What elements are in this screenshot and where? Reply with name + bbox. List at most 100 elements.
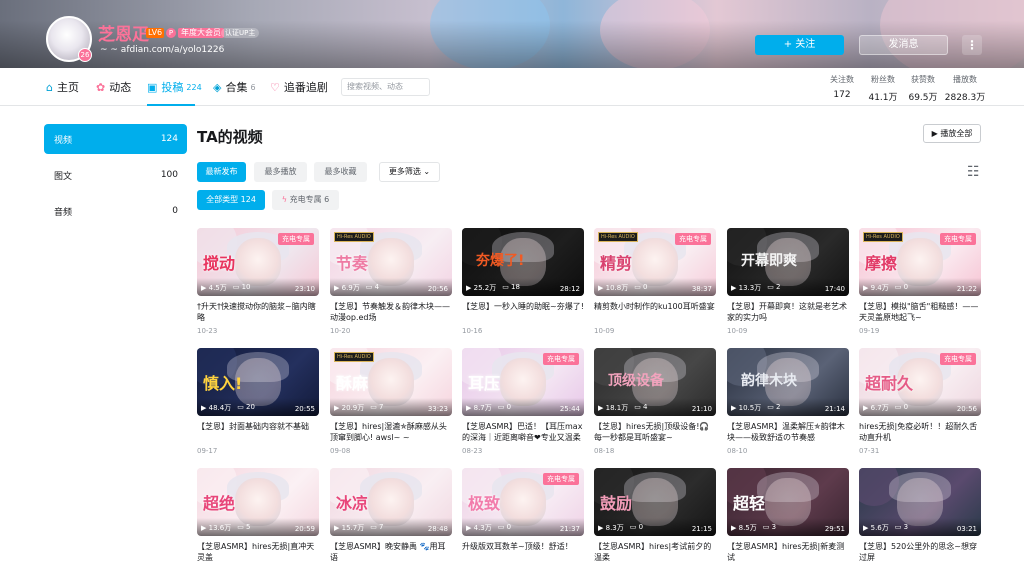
video-title[interactable]: 【芝恩】hires无损|顶级设备!🎧每一秒都是耳听盛宴~	[594, 421, 716, 443]
video-card[interactable]: 冰凉 ▶ 15.7万 ▭ 7 28:48 【芝恩ASMR】晚安静禹 🐾用耳语	[330, 468, 452, 567]
video-thumbnail[interactable]: 摩擦 Hi-Res AUDIO 充电专属 ▶ 9.4万 ▭ 0 21:22	[859, 228, 981, 296]
video-thumbnail[interactable]: 慎入! ▶ 48.4万 ▭ 20 20:55	[197, 348, 319, 416]
tab-home-label: 主页	[56, 81, 79, 94]
search-input[interactable]: 搜索视频、动态	[341, 78, 430, 96]
video-thumbnail[interactable]: 搅动 充电专属 ▶ 4.5万 ▭ 10 23:10	[197, 228, 319, 296]
video-thumbnail[interactable]: 酥麻 Hi-Res AUDIO ▶ 20.9万 ▭ 7 33:23	[330, 348, 452, 416]
video-thumbnail[interactable]: 超耐久 充电专属 ▶ 6.7万 ▭ 0 20:56	[859, 348, 981, 416]
video-card[interactable]: 顶级设备 ▶ 18.1万 ▭ 4 21:10 【芝恩】hires无损|顶级设备!🎧每一秒…	[594, 348, 716, 455]
video-card[interactable]: 精剪 Hi-Res AUDIO 充电专属 ▶ 10.8万 ▭ 0 38:37 精剪数小时制作…	[594, 228, 716, 335]
danmaku-count: ▭ 2	[767, 403, 780, 413]
video-title[interactable]: 【芝恩】hires|湿漉✯酥麻感从头顶窜到脚心! awsl~ ~	[330, 421, 452, 443]
video-card[interactable]: 节奏 Hi-Res AUDIO ▶ 6.9万 ▭ 4 20:56 【芝恩】节奏触发＆韵律木…	[330, 228, 452, 335]
play-count: ▶ 10.5万	[731, 403, 761, 413]
play-count: ▶ 48.4万	[201, 403, 231, 413]
sidebar-item-video[interactable]: 视频 124	[44, 124, 187, 154]
video-title[interactable]: 【芝恩ASMR】hires无损|直冲天灵盖	[197, 541, 319, 563]
danmaku-count: ▭ 4	[366, 283, 379, 293]
video-title[interactable]: †升天†快速搅动你的脑浆~脑内瞎略	[197, 301, 319, 323]
sidebar-item-count: 100	[160, 170, 178, 180]
sort-most-favorited[interactable]: 最多收藏	[314, 162, 367, 182]
follow-button[interactable]: + 关注	[755, 35, 844, 55]
video-title[interactable]: 【芝恩】520公里外的思念~想穿过屏	[859, 541, 981, 563]
play-count: ▶ 6.7万	[863, 403, 889, 413]
video-title[interactable]: 【芝恩ASMR】巴适！【耳压max的深海｜近距离噼音❤专业又温柔	[462, 421, 584, 443]
video-thumbnail[interactable]: 韵律木块 ▶ 10.5万 ▭ 2 21:14	[727, 348, 849, 416]
sort-latest[interactable]: 最新发布	[197, 162, 246, 182]
video-card[interactable]: 开幕即爽 ▶ 13.3万 ▭ 2 17:40 【芝恩】开幕即爽！这就是老艺术家的实力吗 1…	[727, 228, 849, 335]
video-card[interactable]: 耳压 充电专属 ▶ 8.7万 ▭ 0 25:44 【芝恩ASMR】巴适！【耳压max的深海…	[462, 348, 584, 455]
play-icon: ▶	[598, 404, 606, 412]
video-title[interactable]: 【芝恩】开幕即爽！这就是老艺术家的实力吗	[727, 301, 849, 323]
video-card[interactable]: 超轻 ▶ 8.5万 ▭ 3 29:51 【芝恩ASMR】hires无损|新麦测试	[727, 468, 849, 567]
username[interactable]: 芝恩疋	[98, 20, 149, 45]
video-thumbnail[interactable]: 超绝 ▶ 13.6万 ▭ 5 20:59	[197, 468, 319, 536]
tab-collections[interactable]: ◈ 合集 6	[213, 68, 256, 106]
danmaku-count-value: 2	[776, 403, 781, 411]
video-card[interactable]: 超绝 ▶ 13.6万 ▭ 5 20:59 【芝恩ASMR】hires无损|直冲天灵盖	[197, 468, 319, 567]
video-title[interactable]: 【芝恩ASMR】温柔解压✯韵律木块——极致舒适の节奏感	[727, 421, 849, 443]
video-stats: ▶ 15.7万 ▭ 7	[334, 523, 384, 533]
more-filters-dropdown[interactable]: 更多筛选 ⌄	[379, 162, 440, 182]
dynamic-icon: ✿	[96, 80, 106, 94]
danmaku-count: ▭ 0	[895, 403, 908, 413]
video-thumbnail[interactable]: 极致 充电专属 ▶ 4.3万 ▭ 0 21:37	[462, 468, 584, 536]
danmaku-count-value: 18	[511, 283, 520, 291]
video-title[interactable]: 【芝恩ASMR】hires|考试前夕的温柔	[594, 541, 716, 563]
video-card[interactable]: 超耐久 充电专属 ▶ 6.7万 ▭ 0 20:56 hires无损|免疫必听！！超耐久舌动…	[859, 348, 981, 455]
video-card[interactable]: 极致 充电专属 ▶ 4.3万 ▭ 0 21:37 升级版双耳数羊~顶级！舒适！	[462, 468, 584, 567]
sidebar-item-audio[interactable]: 音频 0	[44, 196, 187, 226]
vip-badge[interactable]: 年度大会员	[178, 28, 224, 38]
type-charge-exclusive[interactable]: ϟ 充电专属 6	[272, 190, 339, 210]
sidebar-item-article[interactable]: 图文 100	[44, 160, 187, 190]
more-options-button[interactable]: ⋮	[962, 35, 982, 55]
video-title[interactable]: 精剪数小时制作的ku100耳听盛宴	[594, 301, 716, 323]
video-card[interactable]: 夯爆了! ▶ 25.2万 ▭ 18 28:12 【芝恩】一秒入睡的助眠~夯爆了! 10-1…	[462, 228, 584, 335]
video-thumbnail[interactable]: 鼓励 ▶ 8.3万 ▭ 0 21:15	[594, 468, 716, 536]
type-all[interactable]: 全部类型 124	[197, 190, 265, 210]
video-card[interactable]: 韵律木块 ▶ 10.5万 ▭ 2 21:14 【芝恩ASMR】温柔解压✯韵律木块——极致…	[727, 348, 849, 455]
video-title[interactable]: 【芝恩】模拟"脑舌"粗糙感！——天灵盖原地起飞~	[859, 301, 981, 323]
thumbnail-caption: 酥麻	[336, 374, 369, 393]
video-card[interactable]: 酥麻 Hi-Res AUDIO ▶ 20.9万 ▭ 7 33:23 【芝恩】hires|湿…	[330, 348, 452, 455]
play-all-button[interactable]: ▶ 播放全部	[923, 124, 981, 143]
video-title[interactable]: 【芝恩】封面基础内容就不基础	[197, 421, 319, 443]
video-card[interactable]: 搅动 充电专属 ▶ 4.5万 ▭ 10 23:10 †升天†快速搅动你的脑浆~脑内瞎略 10…	[197, 228, 319, 335]
video-title[interactable]: 升级版双耳数羊~顶级！舒适！	[462, 541, 584, 563]
video-thumbnail[interactable]: 顶级设备 ▶ 18.1万 ▭ 4 21:10	[594, 348, 716, 416]
avatar[interactable]: 26	[46, 16, 92, 62]
tab-dynamic-label: 动态	[109, 81, 132, 94]
thumbnail-caption: 超绝	[203, 494, 236, 513]
video-thumbnail[interactable]: 耳压 充电专属 ▶ 8.7万 ▭ 0 25:44	[462, 348, 584, 416]
video-thumbnail[interactable]: 超轻 ▶ 8.5万 ▭ 3 29:51	[727, 468, 849, 536]
video-thumbnail[interactable]: 节奏 Hi-Res AUDIO ▶ 6.9万 ▭ 4 20:56	[330, 228, 452, 296]
play-count: ▶ 4.5万	[201, 283, 227, 293]
danmaku-count: ▭ 0	[630, 523, 643, 533]
stat-plays: 播放数 2828.3万	[940, 74, 990, 103]
tab-dynamic[interactable]: ✿ 动态	[96, 68, 131, 106]
video-title[interactable]: 【芝恩】一秒入睡的助眠~夯爆了!	[462, 301, 584, 323]
video-date: 08-18	[594, 447, 615, 455]
video-title[interactable]: 【芝恩ASMR】hires无损|新麦测试	[727, 541, 849, 563]
video-thumbnail[interactable]: ▶ 5.6万 ▭ 3 03:21	[859, 468, 981, 536]
video-card[interactable]: 慎入! ▶ 48.4万 ▭ 20 20:55 【芝恩】封面基础内容就不基础 09-17	[197, 348, 319, 455]
video-title[interactable]: 【芝恩】节奏触发＆韵律木块——动漫op.ed场	[330, 301, 452, 323]
danmaku-count-value: 0	[903, 403, 909, 411]
play-icon: ▶	[466, 284, 474, 292]
video-thumbnail[interactable]: 开幕即爽 ▶ 13.3万 ▭ 2 17:40	[727, 228, 849, 296]
video-thumbnail[interactable]: 精剪 Hi-Res AUDIO 充电专属 ▶ 10.8万 ▭ 0 38:37	[594, 228, 716, 296]
grid-view-icon[interactable]: ☷	[967, 164, 980, 180]
video-thumbnail[interactable]: 冰凉 ▶ 15.7万 ▭ 7 28:48	[330, 468, 452, 536]
video-card[interactable]: 摩擦 Hi-Res AUDIO 充电专属 ▶ 9.4万 ▭ 0 21:22 【芝恩】模拟"脑…	[859, 228, 981, 335]
video-title[interactable]: hires无损|免疫必听！！超耐久舌动直升机	[859, 421, 981, 443]
message-button[interactable]: 发消息	[859, 35, 948, 55]
tab-uploads[interactable]: ▣ 投稿 224	[147, 68, 202, 106]
sort-most-played[interactable]: 最多播放	[254, 162, 307, 182]
video-title[interactable]: 【芝恩ASMR】晚安静禹 🐾用耳语	[330, 541, 452, 563]
tab-home[interactable]: ⌂ 主页	[46, 68, 79, 106]
video-card[interactable]: ▶ 5.6万 ▭ 3 03:21 【芝恩】520公里外的思念~想穿过屏	[859, 468, 981, 567]
video-card[interactable]: 鼓励 ▶ 8.3万 ▭ 0 21:15 【芝恩ASMR】hires|考试前夕的温柔	[594, 468, 716, 567]
video-thumbnail[interactable]: 夯爆了! ▶ 25.2万 ▭ 18 28:12	[462, 228, 584, 296]
play-count: ▶ 20.9万	[334, 403, 364, 413]
tab-bangumi[interactable]: ♡ 追番追剧	[270, 68, 328, 106]
